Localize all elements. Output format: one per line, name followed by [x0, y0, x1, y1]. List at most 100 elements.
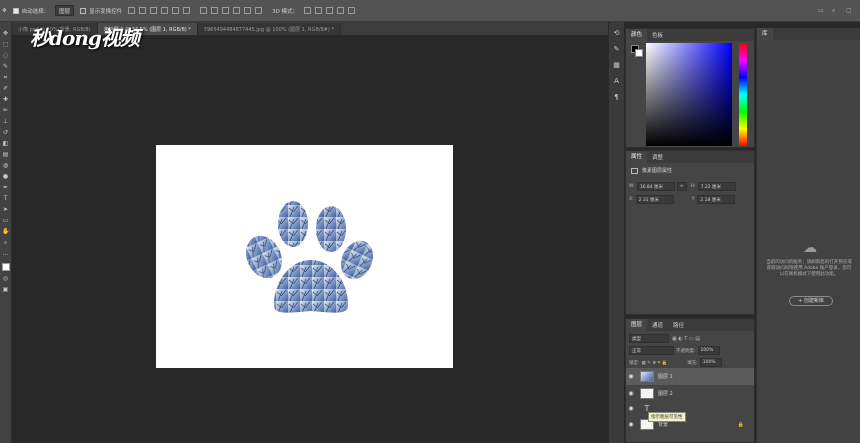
tab-channels[interactable]: 通道 [647, 321, 668, 329]
share-icon[interactable]: ▢ [846, 7, 852, 14]
pixel-layer-icon [631, 167, 638, 174]
paw-toe-3 [316, 206, 346, 252]
y-label: Y: [691, 197, 696, 202]
tab-libraries[interactable]: 库 [757, 28, 773, 40]
panel-icon-strip: ⟲ ✎ ▦ A ¶ [608, 22, 624, 443]
blend-row: 正常 不透明度: 100% [629, 346, 720, 355]
paw-toe-2 [278, 201, 308, 247]
lock-icon: 🔒 [737, 421, 744, 428]
lock-label: 锁定: [629, 360, 640, 366]
eye-icon[interactable]: ◉ [626, 373, 636, 380]
layer-thumbnail [640, 388, 654, 399]
layers-header: 图层 通道 路径 [626, 319, 754, 331]
document-canvas[interactable] [156, 145, 453, 368]
character-icon[interactable]: A [612, 76, 622, 86]
auto-select-dropdown[interactable]: 图层 [55, 5, 75, 16]
move-tool-icon[interactable]: ✥ [2, 8, 7, 14]
fill-field[interactable]: 100% [699, 358, 722, 367]
marquee-tool-icon[interactable]: ⬚ [2, 41, 9, 48]
paragraph-icon[interactable]: ¶ [612, 92, 622, 102]
opacity-field[interactable]: 100% [697, 346, 720, 355]
shape-tool-icon[interactable]: ▭ [2, 217, 9, 224]
tools-panel: ✥ ⬚ ◌ ✎ ⌗ ✐ ✚ ✏ ⊥ ↺ ◧ ▤ ◍ ● ✒ T ➤ ▭ ✋ ⌕ … [0, 22, 12, 443]
layer-filter-row: 类型 ▣ ◐ T ▭ ▤ [629, 334, 700, 343]
blend-mode-dropdown[interactable]: 正常 [629, 346, 674, 355]
layer-name: 图层 2 [658, 391, 673, 397]
tab-properties[interactable]: 属性 [626, 151, 648, 163]
opacity-label: 不透明度: [676, 348, 696, 354]
fill-label: 填充: [687, 360, 698, 366]
options-bar: ✥ 自动选择： 图层 显示变换控件 3D 模式： [0, 0, 860, 22]
healing-tool-icon[interactable]: ✚ [2, 96, 9, 103]
color-picker-field[interactable] [646, 43, 732, 146]
history-icon[interactable]: ⟲ [612, 28, 622, 38]
crop-tool-icon[interactable]: ⌗ [2, 74, 9, 81]
mode-3d-label: 3D 模式： [272, 8, 299, 15]
foreground-color-swatch[interactable] [1, 263, 10, 271]
create-library-button[interactable]: + 创建新库 [789, 296, 833, 306]
screen-mode-icon[interactable]: ▣ [2, 286, 9, 293]
eye-icon[interactable]: ◉ [626, 390, 636, 397]
show-transform-label: 显示变换控件 [89, 8, 123, 15]
libraries-header: 库 [757, 28, 860, 40]
search-icon[interactable]: ⌕ [832, 7, 835, 15]
tab-paths[interactable]: 路径 [668, 321, 689, 329]
filter-icons[interactable]: ▣ ◐ T ▭ ▤ [672, 336, 700, 342]
path-select-icon[interactable]: ➤ [2, 206, 9, 213]
properties-title: 像素图层属性 [642, 168, 673, 174]
h-field[interactable]: 7.22 厘米 [697, 182, 736, 191]
brush-settings-icon[interactable]: ✎ [612, 44, 622, 54]
properties-title-row: 像素图层属性 [631, 167, 672, 174]
quick-select-tool-icon[interactable]: ✎ [2, 63, 9, 70]
3d-mode-icons[interactable] [304, 7, 359, 14]
eyedropper-tool-icon[interactable]: ✐ [2, 85, 9, 92]
distribute-icons[interactable] [200, 7, 266, 14]
filter-type-dropdown[interactable]: 类型 [629, 334, 669, 343]
tab-jpg[interactable]: 7965494484877445.jpg @ 100% (图层 1, RGB/8… [197, 23, 341, 35]
dodge-tool-icon[interactable]: ● [2, 173, 9, 180]
lasso-tool-icon[interactable]: ◌ [2, 52, 9, 59]
gradient-tool-icon[interactable]: ▤ [2, 151, 9, 158]
auto-select-checkbox[interactable]: 自动选择： [12, 7, 50, 15]
layer-row-4[interactable]: ◉ 背景 🔒 [626, 416, 754, 433]
hue-slider[interactable] [739, 43, 747, 146]
size-row: W: 16.84 厘米 ∞ H: 7.22 厘米 [629, 182, 736, 191]
h-label: H: [690, 184, 696, 189]
quick-mask-icon[interactable]: ◎ [2, 275, 9, 282]
more-tools-icon[interactable]: … [2, 250, 9, 257]
zoom-tool-icon[interactable]: ⌕ [2, 239, 9, 246]
layer-row-3[interactable]: ◉ T [626, 400, 754, 417]
tab-swatches[interactable]: 色板 [647, 31, 668, 39]
move-tool-icon[interactable]: ✥ [2, 30, 9, 37]
workspace-icon[interactable]: ▭ [818, 7, 824, 14]
auto-select-label: 自动选择： [21, 8, 50, 15]
eraser-tool-icon[interactable]: ◧ [2, 140, 9, 147]
hand-tool-icon[interactable]: ✋ [2, 228, 9, 235]
libraries-message: 当前的访问的服务：请刷新后的打开预览或获取访问权限使用 Adobe 账户登录，您… [766, 260, 852, 277]
show-transform-checkbox[interactable]: 显示变换控件 [80, 7, 122, 15]
stamp-tool-icon[interactable]: ⊥ [2, 118, 9, 125]
x-field[interactable]: 2.31 厘米 [635, 195, 674, 204]
type-tool-icon[interactable]: T [2, 195, 9, 202]
watermark-logo: 秒dong视频 [30, 26, 140, 50]
link-icon[interactable]: ∞ [676, 182, 687, 191]
color-panel-header: 颜色 色板 [626, 29, 754, 41]
layer-row-1[interactable]: ◉ 图层 1 [626, 368, 754, 385]
pen-tool-icon[interactable]: ✒ [2, 184, 9, 191]
blur-tool-icon[interactable]: ◍ [2, 162, 9, 169]
brush-tool-icon[interactable]: ✏ [2, 107, 9, 114]
eye-icon[interactable]: ◉ [626, 421, 636, 428]
tab-color[interactable]: 颜色 [626, 29, 648, 41]
history-brush-icon[interactable]: ↺ [2, 129, 9, 136]
eye-icon[interactable]: ◉ [626, 405, 636, 412]
w-field[interactable]: 16.84 厘米 [636, 182, 675, 191]
info-icon[interactable]: ▦ [612, 60, 622, 70]
y-field[interactable]: 2.18 厘米 [697, 195, 736, 204]
position-row: X: 2.31 厘米 Y: 2.18 厘米 [629, 195, 736, 204]
align-icons[interactable] [128, 7, 194, 14]
tab-adjustments[interactable]: 调整 [647, 153, 668, 161]
background-swatch[interactable] [635, 49, 643, 57]
lock-icons[interactable]: ▦ ✎ ✥ ⌗ 🔒 [642, 360, 668, 366]
tab-layers[interactable]: 图层 [626, 319, 648, 331]
x-label: X: [629, 197, 634, 202]
